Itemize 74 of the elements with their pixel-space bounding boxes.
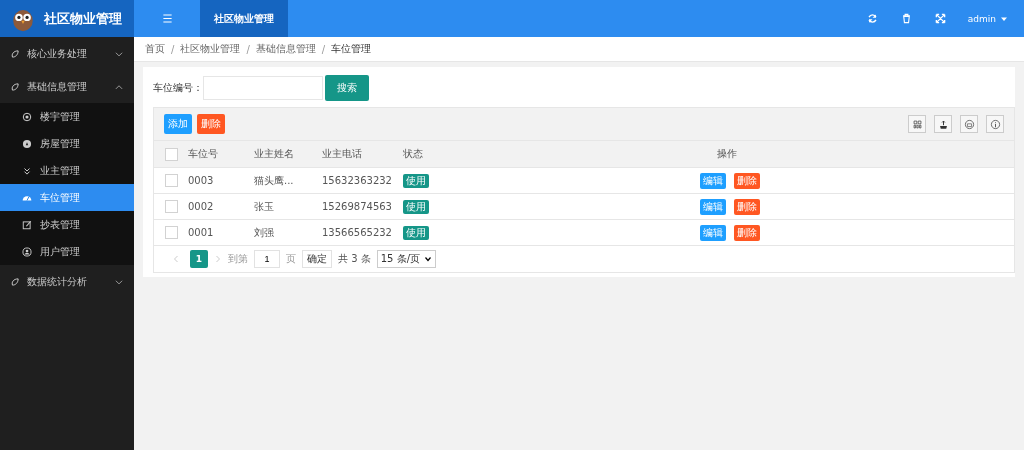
table-cell-text: 0001 (188, 227, 215, 238)
chevron-down-icon (424, 255, 432, 263)
status-tag: 使用 (403, 199, 429, 214)
table-cell-text: 猫头鹰... (254, 173, 295, 188)
leaf-icon (10, 276, 20, 287)
sidebar-item[interactable]: 基础信息管理 (0, 70, 134, 103)
menu-icon (161, 13, 173, 24)
breadcrumb-link[interactable]: 社区物业管理 (180, 42, 241, 56)
header-tab[interactable]: 社区物业管理 (200, 0, 288, 37)
field-label: 车位编号： (153, 81, 203, 95)
table-cell-text: 13566565232 (322, 227, 393, 238)
column-header: 车位号 (188, 147, 219, 161)
page-button[interactable]: 1 (190, 250, 208, 268)
pager-label: 页 (286, 252, 296, 266)
table-cell-text: 15269874563 (322, 201, 393, 212)
info-button[interactable] (986, 115, 1004, 133)
select-all-checkbox[interactable] (164, 147, 178, 161)
status-tag: 使用 (403, 173, 429, 188)
confirm-button[interactable]: 确定 (302, 250, 332, 268)
refresh-icon (867, 13, 879, 24)
table-cell-text: 刘强 (254, 225, 275, 240)
breadcrumb-separator: / (246, 43, 250, 55)
sidebar-subitem[interactable]: 业主管理 (0, 157, 134, 184)
info-icon (989, 118, 1001, 130)
page-size-select[interactable]: 15 条/页 (376, 250, 436, 268)
user-name: admin (967, 13, 996, 24)
status-tag: 使用 (403, 225, 429, 240)
breadcrumb-link[interactable]: 基础信息管理 (255, 42, 316, 56)
sidebar-subitem[interactable]: 抄表管理 (0, 211, 134, 238)
pager-label: 到第 (228, 252, 248, 266)
app-title: 社区物业管理 (44, 9, 122, 28)
print-icon (963, 118, 975, 130)
columns-button[interactable] (908, 115, 926, 133)
export-icon (937, 118, 949, 130)
next-icon (214, 255, 222, 263)
sidebar-subitem[interactable]: 楼宇管理 (0, 103, 134, 130)
table-cell-text: 0002 (188, 201, 215, 212)
breadcrumb-link[interactable]: 首页 (145, 42, 165, 56)
sidebar-subitem[interactable]: 车位管理 (0, 184, 134, 211)
leaf-icon (10, 48, 20, 59)
target-icon (22, 111, 32, 122)
sidebar-item[interactable]: 核心业务处理 (0, 37, 134, 70)
column-header: 状态 (403, 147, 424, 161)
trash-icon (901, 13, 913, 24)
column-header: 业主电话 (322, 147, 363, 161)
prev-icon (172, 255, 180, 263)
user-icon (22, 246, 32, 257)
column-header: 业主姓名 (254, 147, 295, 161)
print-button[interactable] (960, 115, 978, 133)
double-chevron-icon (22, 165, 32, 176)
leaf-icon (10, 81, 20, 92)
export-button[interactable] (934, 115, 952, 133)
row-checkbox[interactable] (164, 226, 178, 239)
breadcrumb-link[interactable]: 车位管理 (331, 42, 372, 56)
page-field[interactable]: 1 (254, 250, 280, 268)
column-header: 操作 (716, 147, 738, 161)
table-cell-text: 15632363232 (322, 175, 393, 186)
compass-icon (22, 138, 32, 149)
row-checkbox[interactable] (164, 200, 178, 213)
total-count: 共 3 条 (338, 252, 371, 266)
table-cell-text: 张玉 (254, 199, 275, 214)
sidebar-subitem[interactable]: 房屋管理 (0, 130, 134, 157)
search-button[interactable]: 搜索 (325, 75, 369, 101)
sidebar-item[interactable]: 数据统计分析 (0, 265, 134, 298)
breadcrumb-separator: / (171, 43, 175, 55)
search-field[interactable] (203, 76, 323, 100)
edit-icon (22, 219, 32, 230)
columns-icon (911, 118, 923, 130)
user-menu[interactable]: admin (957, 0, 1024, 37)
sidebar-subitem[interactable]: 用户管理 (0, 238, 134, 265)
fullscreen-icon (935, 13, 947, 24)
table-cell-text: 0003 (188, 175, 215, 186)
breadcrumb-separator: / (321, 43, 326, 55)
row-checkbox[interactable] (164, 174, 178, 187)
